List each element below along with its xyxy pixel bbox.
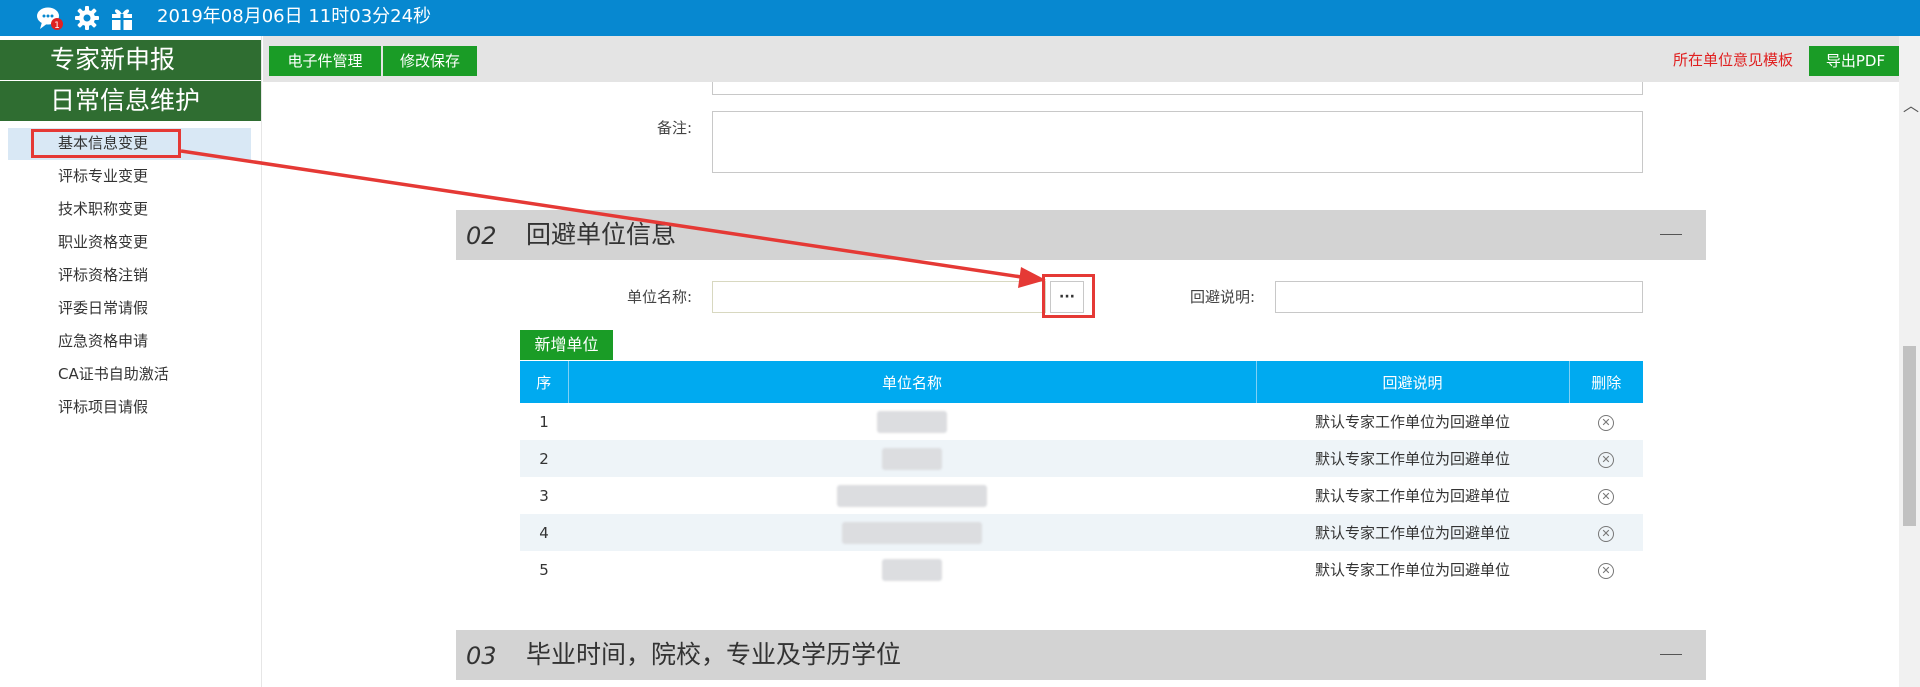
section-number: 03 (466, 642, 497, 670)
delete-icon[interactable]: ✕ (1598, 415, 1614, 431)
section-avoid-units[interactable]: 02 回避单位信息 (456, 210, 1706, 260)
table-row: 2 默认专家工作单位为回避单位 ✕ (520, 440, 1643, 477)
delete-icon[interactable]: ✕ (1598, 452, 1614, 468)
chevron-up-icon[interactable]: ︿ (1903, 98, 1919, 114)
column-header-seq: 序 (520, 361, 569, 403)
sidebar-item-bid-specialty-change[interactable]: 评标专业变更 (58, 165, 148, 187)
row-seq: 5 (539, 560, 549, 579)
section-title: 回避单位信息 (526, 220, 677, 249)
top-bar: 1 2019年08月06日 11时03分24秒 (0, 0, 1920, 36)
delete-icon[interactable]: ✕ (1598, 526, 1614, 542)
add-unit-button[interactable]: 新增单位 (520, 330, 613, 360)
row-seq: 1 (539, 412, 549, 431)
row-seq: 2 (520, 440, 568, 477)
row-avoid-desc: 默认专家工作单位为回避单位 (1314, 561, 1510, 579)
table-row: 4 默认专家工作单位为回避单位 ✕ (520, 514, 1643, 551)
table-row: 1 默认专家工作单位为回避单位 ✕ (520, 403, 1643, 440)
row-avoid-desc: 默认专家工作单位为回避单位 (1256, 514, 1569, 551)
table-row: 5 默认专家工作单位为回避单位 ✕ (520, 551, 1643, 588)
notification-badge: 1 (54, 21, 60, 31)
sidebar-item-emergency-qualification[interactable]: 应急资格申请 (58, 330, 148, 352)
column-header-delete: 删除 (1569, 361, 1643, 403)
row-seq: 4 (520, 514, 568, 551)
remark-label: 备注: (656, 119, 692, 137)
sidebar-item-ca-cert-activation[interactable]: CA证书自助激活 (58, 363, 169, 385)
section-graduation-info[interactable]: 03 毕业时间，院校，专业及学历学位 (456, 630, 1706, 680)
avoid-desc-label: 回避说明: (1189, 288, 1255, 306)
unit-name-redacted (568, 477, 1256, 514)
unit-name-redacted (568, 514, 1256, 551)
sidebar-item-qualification-change[interactable]: 职业资格变更 (58, 231, 148, 253)
sidebar-item-tech-title-change[interactable]: 技术职称变更 (58, 198, 148, 220)
delete-icon[interactable]: ✕ (1598, 563, 1614, 579)
chat-notification-icon[interactable]: 1 (36, 4, 64, 32)
unit-name-input[interactable] (712, 281, 1046, 313)
delete-icon[interactable]: ✕ (1598, 489, 1614, 505)
e-document-management-button[interactable]: 电子件管理 (269, 46, 381, 76)
annotation-highlight-box (1042, 274, 1095, 318)
section-title: 毕业时间，院校，专业及学历学位 (526, 640, 902, 669)
column-header-unit-name: 单位名称 (568, 361, 1257, 403)
sidebar-item-daily-leave[interactable]: 评委日常请假 (58, 297, 148, 319)
column-header-avoid-desc: 回避说明 (1256, 361, 1570, 403)
table-row: 3 默认专家工作单位为回避单位 ✕ (520, 477, 1643, 514)
row-avoid-desc: 默认专家工作单位为回避单位 (1256, 440, 1569, 477)
unit-name-redacted (568, 440, 1256, 477)
collapse-icon[interactable] (1660, 654, 1682, 655)
toolbar: 电子件管理 修改保存 导出PDF (263, 36, 1902, 82)
previous-field-box[interactable] (712, 82, 1643, 95)
sidebar-header-expert-new-application[interactable]: 专家新申报 (0, 40, 261, 80)
gift-icon[interactable] (108, 4, 136, 32)
row-seq: 3 (539, 486, 549, 505)
remark-textarea[interactable] (712, 111, 1643, 173)
sidebar-header-daily-info-maintenance[interactable]: 日常信息维护 (0, 81, 261, 121)
section-number: 02 (466, 222, 497, 250)
sidebar-item-project-leave[interactable]: 评标项目请假 (58, 396, 148, 418)
scrollbar-thumb[interactable] (1903, 346, 1916, 526)
collapse-icon[interactable] (1660, 234, 1682, 235)
vertical-scrollbar[interactable]: ︿ (1899, 36, 1920, 687)
unit-name-redacted (568, 551, 1256, 588)
annotation-highlight-box (31, 129, 181, 158)
sidebar-item-bid-qualification-cancel[interactable]: 评标资格注销 (58, 264, 148, 286)
avoid-desc-input[interactable] (1275, 281, 1643, 313)
avoid-units-table: 序 单位名称 回避说明 删除 1 默认专家工作单位为回避单位 ✕ 2 默认专家工… (520, 361, 1643, 588)
unit-name-label: 单位名称: (626, 288, 692, 306)
save-changes-button[interactable]: 修改保存 (383, 46, 477, 76)
row-avoid-desc: 默认专家工作单位为回避单位 (1314, 413, 1510, 431)
current-datetime: 2019年08月06日 11时03分24秒 (157, 6, 432, 27)
gear-icon[interactable] (73, 4, 101, 32)
export-pdf-button[interactable]: 导出PDF (1809, 46, 1902, 76)
unit-opinion-template-link[interactable]: 所在单位意见模板 (1673, 50, 1793, 70)
unit-name-redacted (568, 403, 1256, 440)
row-avoid-desc: 默认专家工作单位为回避单位 (1314, 487, 1510, 505)
